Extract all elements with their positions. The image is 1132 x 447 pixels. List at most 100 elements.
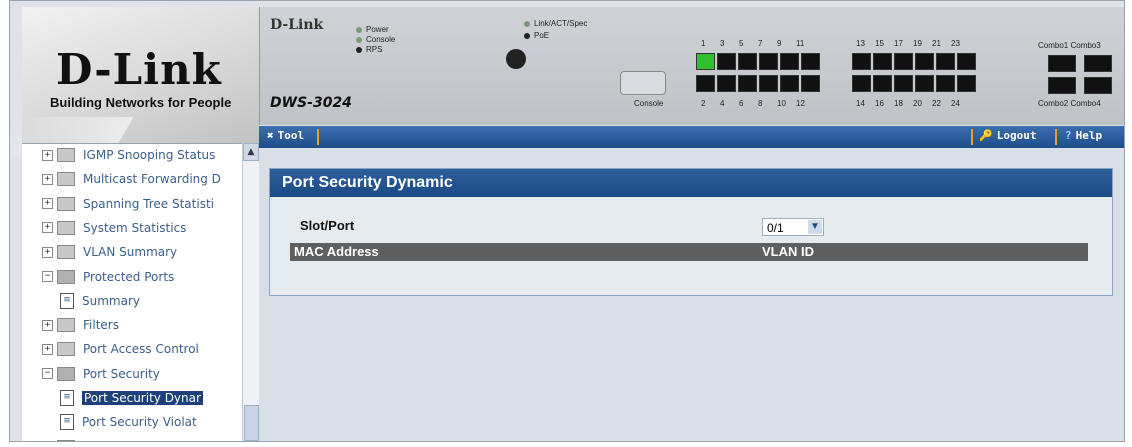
- toolbar-divider: [1055, 129, 1057, 145]
- slot-port-select[interactable]: 0/1 ▼: [762, 218, 824, 236]
- port-number: 20: [913, 99, 922, 108]
- expand-icon[interactable]: +: [42, 441, 53, 442]
- collapse-icon[interactable]: −: [42, 271, 53, 282]
- tree-item[interactable]: + Spanning Tree Statisti: [42, 195, 214, 213]
- tree-item[interactable]: + Port Access Control: [42, 340, 199, 358]
- document-icon: ≡: [60, 390, 74, 406]
- expand-icon[interactable]: +: [42, 149, 53, 161]
- combo-4[interactable]: [1084, 77, 1112, 94]
- port-number: 8: [758, 99, 763, 108]
- port-3[interactable]: [717, 53, 736, 70]
- tree-item[interactable]: + IGMP Snooping Status: [42, 146, 215, 164]
- folder-icon: [57, 148, 75, 162]
- tree-item[interactable]: ≡ Port Security Dynar: [60, 389, 203, 407]
- chevron-down-icon[interactable]: ▼: [808, 220, 822, 234]
- port-6[interactable]: [738, 75, 757, 92]
- tool-menu[interactable]: ✖ Tool: [267, 129, 304, 142]
- port-number: 3: [720, 39, 725, 48]
- page-title: Port Security Dynamic: [270, 169, 1112, 197]
- folder-icon: [57, 439, 75, 441]
- port-4[interactable]: [717, 75, 736, 92]
- expand-icon[interactable]: +: [42, 173, 53, 185]
- port-21[interactable]: [936, 53, 955, 70]
- combo-1[interactable]: [1048, 55, 1076, 72]
- collapse-icon[interactable]: −: [42, 368, 53, 380]
- port-2[interactable]: [696, 75, 715, 92]
- port-number: 10: [777, 99, 786, 108]
- port-number: 24: [951, 99, 960, 108]
- port-12[interactable]: [801, 75, 820, 92]
- tree-item[interactable]: + System Statistics: [42, 219, 186, 237]
- help-button[interactable]: ? Help: [1065, 129, 1102, 142]
- port-number: 18: [894, 99, 903, 108]
- port-14[interactable]: [852, 75, 871, 92]
- port-10[interactable]: [780, 75, 799, 92]
- port-22[interactable]: [936, 75, 955, 92]
- tree-item-label: Port Security Dynar: [82, 391, 203, 405]
- expand-icon[interactable]: +: [42, 246, 53, 258]
- tree-item-label: Filters: [83, 318, 119, 333]
- device-name: DWS-3024: [270, 95, 352, 111]
- port-24[interactable]: [957, 75, 976, 92]
- tree-item[interactable]: ≡ Summary: [60, 292, 140, 310]
- tree-item-label: System Statistics: [83, 220, 187, 235]
- port-number: 21: [932, 39, 941, 48]
- port-18[interactable]: [894, 75, 913, 92]
- port-number: 7: [758, 39, 763, 48]
- expand-icon[interactable]: +: [42, 198, 53, 210]
- port-number: 6: [739, 99, 744, 108]
- port-15[interactable]: [873, 53, 892, 70]
- reset-knob-icon: [506, 49, 526, 69]
- document-icon: ≡: [60, 292, 74, 309]
- port-23[interactable]: [957, 53, 976, 70]
- tree-item[interactable]: + Multicast Forwarding D: [42, 170, 221, 188]
- port-row-top-a: [696, 53, 820, 70]
- tree-item[interactable]: − Protected Ports: [42, 268, 174, 286]
- expand-icon[interactable]: +: [42, 343, 53, 355]
- table-header: MAC Address VLAN ID: [290, 243, 1088, 261]
- tree-item[interactable]: + Filters: [42, 316, 119, 334]
- port-number: 4: [720, 99, 725, 108]
- port-number: 12: [796, 99, 805, 108]
- nav-tree: + IGMP Snooping Status + Multicast Forwardi…: [22, 143, 259, 442]
- tree-item[interactable]: ≡ Port Security Violat: [60, 413, 197, 431]
- port-row-top-b: [852, 53, 976, 70]
- port-7[interactable]: [759, 53, 778, 70]
- tree-item-label: IGMP Snooping Status: [83, 148, 216, 162]
- top-toolbar: ✖ Tool 🔑 Logout ? Help: [259, 126, 1124, 148]
- port-20[interactable]: [915, 75, 934, 92]
- led-power: Power: [356, 25, 389, 34]
- tree-scrollbar[interactable]: ▲: [242, 143, 259, 441]
- led-indicator-icon: [524, 20, 530, 27]
- scroll-up-icon[interactable]: ▲: [243, 143, 259, 161]
- port-1[interactable]: [696, 53, 715, 70]
- port-number: 5: [739, 39, 744, 48]
- combo-3[interactable]: [1084, 55, 1112, 72]
- tree-item[interactable]: − Port Security: [42, 365, 160, 383]
- port-19[interactable]: [915, 53, 934, 70]
- port-13[interactable]: [852, 53, 871, 70]
- port-9[interactable]: [780, 53, 799, 70]
- led-poe: PoE: [524, 31, 549, 40]
- port-11[interactable]: [801, 53, 820, 70]
- tree-item[interactable]: + VLAN Summary: [42, 243, 177, 261]
- port-row-bottom-a: [696, 75, 820, 92]
- expand-icon[interactable]: +: [42, 222, 53, 234]
- tree-item-label: Spanning Tree Statisti: [83, 196, 214, 211]
- app-frame: D-Link Building Networks for People D-Li…: [9, 0, 1125, 442]
- port-8[interactable]: [759, 75, 778, 92]
- combo-2[interactable]: [1048, 77, 1076, 94]
- port-number: 2: [701, 99, 706, 108]
- expand-icon[interactable]: +: [42, 319, 53, 331]
- port-5[interactable]: [738, 53, 757, 70]
- scroll-thumb[interactable]: [244, 405, 259, 441]
- port-17[interactable]: [894, 53, 913, 70]
- logo-tagline: Building Networks for People: [50, 95, 232, 110]
- folder-icon: [57, 172, 75, 187]
- key-icon: 🔑: [979, 129, 993, 142]
- port-number: 16: [875, 99, 884, 108]
- tree-item[interactable]: + RADIUS Statistics: [42, 438, 187, 442]
- logout-button[interactable]: 🔑 Logout: [979, 129, 1036, 142]
- port-16[interactable]: [873, 75, 892, 92]
- folder-icon: [57, 342, 75, 357]
